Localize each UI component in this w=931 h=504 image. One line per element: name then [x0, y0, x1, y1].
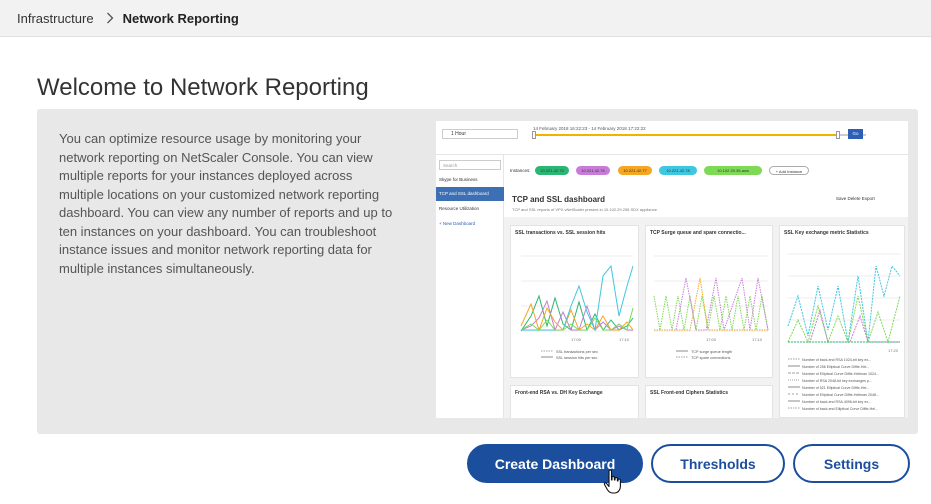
preview-instances-label: Instances: [510, 168, 531, 173]
page-title: Welcome to Network Reporting [37, 74, 369, 101]
preview-slider-handle [532, 131, 536, 139]
preview-chart-title: TCP Surge queue and spare connectio... [650, 230, 746, 236]
preview-chart-plot: 17:20 Number of back-end RSA 1024-bit ke… [787, 253, 901, 411]
svg-text:17:20: 17:20 [888, 348, 899, 353]
preview-nav-item: Skype for Business [439, 177, 478, 182]
preview-actions: Save Delete Export [836, 196, 875, 201]
preview-time-select: 1 Hour [442, 129, 518, 139]
preview-sidebar: Search Skype for Business TCP and SSL da… [436, 155, 504, 418]
breadcrumb-current: Network Reporting [122, 10, 239, 26]
preview-chart-ciphers: SSL Front-end Ciphers Statistics [645, 385, 773, 418]
preview-go-button: Go [848, 129, 863, 139]
svg-text:17:10: 17:10 [619, 337, 630, 342]
breadcrumb-infrastructure[interactable]: Infrastructure [17, 11, 94, 26]
preview-new-dashboard: + New Dashboard [439, 221, 476, 226]
preview-slider-track [533, 134, 838, 136]
breadcrumb: Infrastructure Network Reporting [0, 0, 931, 37]
preview-legend: Number of 521 Elliptical Curve Diffie-He… [802, 386, 869, 390]
svg-text:17:10: 17:10 [752, 337, 763, 342]
preview-instance-pill: 10.221.42.76 [576, 166, 610, 175]
preview-legend: TCP surge queue length [691, 350, 732, 354]
preview-legend: Number of 256 Elliptical Curve Diffie-He… [802, 365, 869, 369]
preview-legend: TCP spare connections [691, 356, 730, 360]
preview-chart-ssl-transactions: SSL transactions vs. SSL session hits 17… [510, 225, 639, 378]
preview-legend: SSL transactions per sec [556, 350, 598, 354]
preview-search: Search [439, 160, 501, 170]
svg-text:17:00: 17:00 [571, 337, 582, 342]
preview-dashboard-title: TCP and SSL dashboard [512, 195, 606, 204]
svg-text:17:00: 17:00 [706, 337, 717, 342]
preview-nav-item-active: TCP and SSL dashboard [436, 187, 504, 201]
preview-chart-title: SSL Key exchange metric Statistics [784, 230, 869, 236]
intro-description: You can optimize resource usage by monit… [59, 131, 393, 276]
preview-legend: Number of back-end RSA 4096-bit key ex..… [802, 400, 871, 404]
preview-chart-title: SSL Front-end Ciphers Statistics [650, 390, 728, 396]
network-reporting-page: Infrastructure Network Reporting Welcome… [0, 0, 931, 504]
preview-chart-plot: 17:00 17:10 SSL transactions per sec SSL… [520, 255, 634, 360]
preview-legend: Number of Elliptical Curve Diffie-Hellma… [802, 393, 879, 397]
preview-legend: Number of Elliptical Curve Diffie-Hellma… [802, 372, 879, 376]
hand-cursor-icon [603, 469, 621, 494]
preview-legend: Number of back-end RSA 1024-bit key ex..… [802, 358, 871, 362]
preview-instance-pill: 10.102.29.35-aws [704, 166, 762, 175]
chevron-right-icon [106, 12, 114, 24]
preview-legend: SSL session hits per sec [556, 356, 598, 360]
dashboard-preview-image: 1 Hour 14 February 2018 16:22:23 - 14 Fe… [436, 121, 908, 418]
preview-chart-rsa-dh: Front-end RSA vs. DH Key Exchange [510, 385, 639, 418]
preview-slider-handle [836, 131, 840, 139]
preview-chart-title: SSL transactions vs. SSL session hits [515, 230, 606, 236]
preview-nav-item: Resource Utilization [439, 206, 480, 211]
welcome-card: Welcome to Network Reporting You can opt… [0, 37, 931, 504]
preview-add-instance: + Add Instance [769, 166, 809, 175]
intro-panel: You can optimize resource usage by monit… [37, 109, 918, 434]
preview-dashboard-subtitle: TCP and SSL reports of VPX vNetScaler pr… [512, 207, 657, 212]
preview-chart-plot: 17:00 17:10 TCP surge queue length TCP s… [653, 255, 769, 360]
preview-time-range: 14 February 2018 16:22:23 - 14 February … [533, 126, 646, 131]
preview-chart-ssl-key-exchange: SSL Key exchange metric Statistics 17:20 [779, 225, 905, 418]
preview-toolbar: 1 Hour 14 February 2018 16:22:23 - 14 Fe… [436, 121, 908, 155]
settings-button[interactable]: Settings [793, 444, 910, 483]
preview-instance-pill: 10.221.42.75 [535, 166, 569, 175]
preview-legend: Number of back-end Elliptical Curve Diff… [802, 407, 878, 411]
preview-instance-pill: 10.221.42.77 [618, 166, 652, 175]
preview-instance-pill: 10.221.42.78 [659, 166, 697, 175]
preview-legend: Number of RSA 2048-bit key exchanges p..… [802, 379, 872, 383]
preview-chart-tcp-surge: TCP Surge queue and spare connectio... 1… [645, 225, 773, 378]
preview-chart-title: Front-end RSA vs. DH Key Exchange [515, 390, 603, 396]
thresholds-button[interactable]: Thresholds [651, 444, 785, 483]
